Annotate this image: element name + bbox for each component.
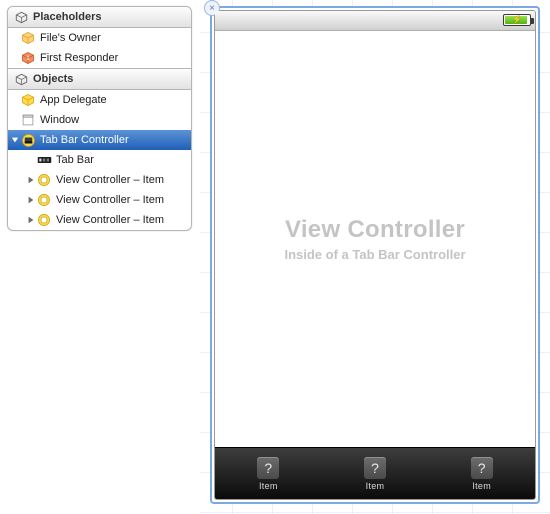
outline-row[interactable]: View Controller – Item [8,210,191,230]
outline-row-label: First Responder [40,52,191,64]
section-placeholders: Placeholders File's Owner 1 First Respon… [8,7,191,68]
tab-bar-item-label: Item [472,481,491,491]
battery-icon: ⚡ [503,14,531,26]
placeholder-title: View Controller [285,216,465,244]
outline-row-label: View Controller – Item [56,174,191,186]
section-header-objects[interactable]: Objects [8,69,191,90]
window-icon [20,112,36,128]
section-header-label: Objects [33,73,73,85]
vc-icon [36,172,52,188]
outline-row-label: Window [40,114,191,126]
battery-bolt-icon: ⚡ [512,15,522,24]
question-icon: ? [257,457,279,479]
outline-panel: Placeholders File's Owner 1 First Respon… [7,6,192,231]
chevron-right-icon[interactable] [26,216,36,224]
tab-bar-item[interactable]: ? Item [215,448,322,499]
cube-wire-icon [14,72,28,86]
section-objects: Objects App Delegate Window [8,68,191,230]
outline-row[interactable]: Window [8,110,191,130]
chevron-down-icon[interactable] [10,136,20,144]
section-header-label: Placeholders [33,11,101,23]
vc-icon [36,212,52,228]
chevron-right-icon[interactable] [26,176,36,184]
status-bar: ⚡ [215,11,535,31]
cube-orange-icon [20,30,36,46]
question-icon: ? [364,457,386,479]
outline-row-label: Tab Bar Controller [40,134,191,146]
selection-frame[interactable]: × ⚡ View Controller Inside of a Tab Bar … [210,6,540,504]
outline-row[interactable]: Tab Bar [8,150,191,170]
tab-bar-item[interactable]: ? Item [322,448,429,499]
outline-row-label: App Delegate [40,94,191,106]
outline-row[interactable]: 1 First Responder [8,48,191,68]
placeholder-subtitle: Inside of a Tab Bar Controller [284,247,465,262]
section-header-placeholders[interactable]: Placeholders [8,7,191,28]
outline-row-label: View Controller – Item [56,214,191,226]
tab-bar-item-label: Item [366,481,385,491]
chevron-right-icon[interactable] [26,196,36,204]
tab-bar: ? Item ? Item ? Item [215,447,535,499]
tab-bar-item[interactable]: ? Item [428,448,535,499]
outline-row[interactable]: View Controller – Item [8,190,191,210]
canvas[interactable]: × ⚡ View Controller Inside of a Tab Bar … [200,0,550,514]
tabctrl-icon [20,132,36,148]
outline-row-label: File's Owner [40,32,191,44]
device-preview: ⚡ View Controller Inside of a Tab Bar Co… [214,10,536,500]
outline-row-label: View Controller – Item [56,194,191,206]
cube-yellow-icon [20,92,36,108]
outline-row[interactable]: File's Owner [8,28,191,48]
outline-row[interactable]: App Delegate [8,90,191,110]
question-icon: ? [471,457,493,479]
outline-row[interactable]: Tab Bar Controller [8,130,191,150]
cube-wire-icon [14,10,28,24]
tab-bar-item-label: Item [259,481,278,491]
svg-text:1: 1 [26,55,30,62]
vc-icon [36,192,52,208]
cube-red-icon: 1 [20,50,36,66]
view-placeholder: View Controller Inside of a Tab Bar Cont… [215,31,535,447]
outline-row[interactable]: View Controller – Item [8,170,191,190]
outline-row-label: Tab Bar [56,154,191,166]
tabbar-icon [36,152,52,168]
